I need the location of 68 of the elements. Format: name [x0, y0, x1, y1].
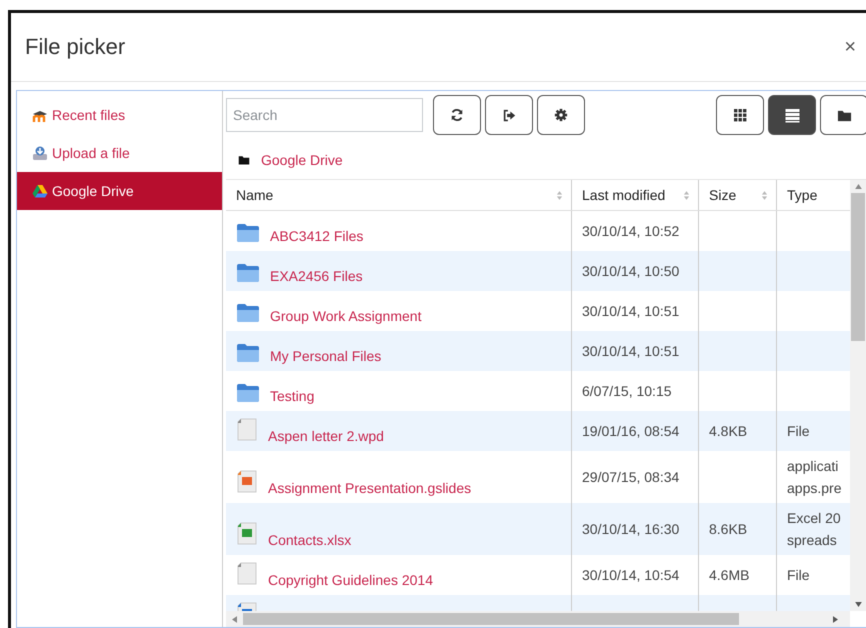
- view-toggle-button[interactable]: [768, 95, 816, 135]
- file-name-link[interactable]: ABC3412 Files: [270, 228, 364, 244]
- date-text: 30/10/14, 10:54: [582, 567, 680, 583]
- column-header[interactable]: Type: [777, 180, 845, 210]
- folder-icon: [236, 303, 260, 323]
- sort-icon: [556, 190, 563, 200]
- view-toggle-button[interactable]: [820, 95, 866, 135]
- file-name-link[interactable]: Copyright Guidelines 2014: [268, 572, 433, 588]
- size-text: 8.6KB: [709, 521, 748, 537]
- settings-button[interactable]: [537, 95, 585, 135]
- column-header[interactable]: Name: [226, 180, 572, 210]
- sidebar-item[interactable]: Google Drive: [17, 172, 222, 210]
- view-toggle-button[interactable]: [716, 95, 764, 135]
- date-text: 30/10/14, 10:51: [582, 343, 680, 359]
- scroll-up-icon: [854, 184, 862, 189]
- folder-icon: [236, 223, 260, 243]
- date-text: 19/01/16, 08:54: [582, 423, 680, 439]
- logout-button[interactable]: [485, 95, 533, 135]
- document-icon: [236, 562, 258, 586]
- type-text: File: [787, 566, 810, 585]
- sidebar-item[interactable]: Upload a file: [17, 134, 222, 172]
- exit-icon: [502, 108, 516, 122]
- settings-icon: [554, 108, 568, 122]
- file-name-link[interactable]: Assignment Presentation.gslides: [268, 480, 472, 496]
- date-text: 29/07/15, 08:34: [582, 469, 680, 485]
- type-text: applicati apps.pre: [787, 457, 842, 498]
- sidebar-item[interactable]: Recent files: [17, 96, 222, 134]
- sort-icon: [761, 190, 768, 200]
- breadcrumb-link[interactable]: Google Drive: [261, 152, 343, 168]
- list-icon: [784, 107, 800, 123]
- folder-icon: [236, 343, 260, 363]
- scroll-left-icon: [232, 616, 237, 622]
- dialog-title: File picker: [25, 34, 126, 60]
- refresh-icon: [450, 108, 464, 122]
- close-button[interactable]: ×: [840, 36, 860, 58]
- size-text: 4.8KB: [709, 423, 748, 439]
- date-text: 6/07/15, 10:15: [582, 383, 672, 399]
- file-name-link[interactable]: My Personal Files: [270, 348, 382, 364]
- type-text: Excel 20 spreads: [787, 509, 841, 550]
- file-name-link[interactable]: Testing: [270, 388, 314, 404]
- type-text: File: [787, 422, 810, 441]
- scroll-down-icon: [854, 602, 862, 607]
- size-text: 4.6MB: [709, 567, 750, 583]
- file-name-link[interactable]: Contacts.xlsx: [268, 532, 352, 548]
- file-name-link[interactable]: Group Work Assignment: [270, 308, 422, 324]
- vertical-scrollbar[interactable]: [850, 180, 866, 611]
- file-name-link[interactable]: EXA2456 Files: [270, 268, 363, 284]
- search-field[interactable]: Search: [226, 98, 423, 132]
- refresh-button[interactable]: [433, 95, 481, 135]
- scroll-right-icon: [833, 616, 838, 622]
- folder-icon: [238, 154, 250, 166]
- document-icon: [236, 522, 258, 546]
- date-text: 30/10/14, 10:50: [582, 263, 680, 279]
- folder-icon: [236, 383, 260, 403]
- triangle-logo-icon: [32, 183, 48, 199]
- column-header[interactable]: Size: [699, 180, 777, 210]
- date-text: 30/10/14, 10:52: [582, 223, 680, 239]
- upload-drive-icon: [32, 145, 48, 161]
- date-text: 30/10/14, 10:51: [582, 303, 680, 319]
- folder-icon: [236, 263, 260, 283]
- column-header[interactable]: Last modified: [572, 180, 699, 210]
- document-icon: [236, 418, 258, 442]
- grid-icon: [732, 107, 748, 123]
- sort-icon: [683, 190, 690, 200]
- file-name-link[interactable]: Aspen letter 2.wpd: [268, 428, 384, 444]
- document-icon: [236, 470, 258, 494]
- horizontal-scrollbar[interactable]: [226, 611, 850, 627]
- date-text: 30/10/14, 16:30: [582, 521, 680, 537]
